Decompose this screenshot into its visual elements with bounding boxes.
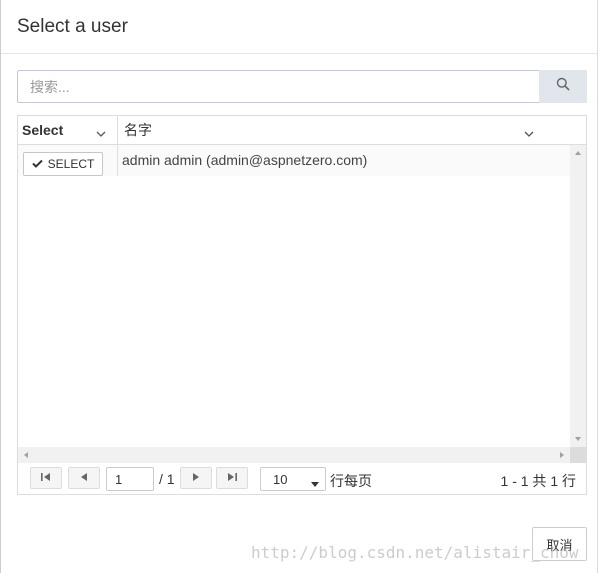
per-page-label: 行每页 [330,473,372,489]
scroll-left-icon[interactable] [18,447,34,463]
users-grid: Select 名字 SELECT admin admin (admin@aspn… [17,115,587,495]
scrollbar-corner [570,447,586,463]
next-page-icon [191,469,201,487]
column-header-name[interactable]: 名字 [118,116,586,144]
grid-header: Select 名字 [18,116,586,145]
select-cell: SELECT [18,145,118,176]
first-page-icon [40,469,52,487]
chevron-down-icon[interactable] [96,125,106,141]
modal-footer: 取消 [1,512,597,573]
page-size-select[interactable]: 10 [260,467,326,491]
prev-page-button[interactable] [68,467,100,489]
modal-header: Select a user [1,0,597,54]
select-user-modal: Select a user Select 名字 [0,0,598,573]
prev-page-icon [79,469,89,487]
cancel-button-label: 取消 [546,537,573,553]
chevron-down-icon[interactable] [524,125,534,141]
column-header-select[interactable]: Select [18,116,118,144]
scroll-up-icon[interactable] [570,145,586,161]
column-header-label: Select [22,122,64,138]
range-info: 1 - 1 共 1 行 [500,473,576,489]
search-input[interactable] [17,70,539,103]
last-page-icon [226,469,238,487]
column-header-label: 名字 [124,122,152,138]
first-page-button[interactable] [30,467,62,489]
dropdown-arrow-icon [311,476,319,491]
page-total: / 1 [159,471,175,487]
vertical-scrollbar[interactable] [570,145,586,447]
search-button[interactable] [539,70,587,103]
modal-title: Select a user [17,16,128,37]
scroll-down-icon[interactable] [570,431,586,447]
horizontal-scrollbar[interactable] [18,447,570,463]
table-row: SELECT admin admin (admin@aspnetzero.com… [18,145,570,176]
select-button-label: SELECT [47,157,95,171]
scroll-right-icon[interactable] [554,447,570,463]
last-page-button[interactable] [216,467,248,489]
user-name-cell: admin admin (admin@aspnetzero.com) [122,152,368,168]
cancel-button[interactable]: 取消 [532,527,587,561]
select-user-button[interactable]: SELECT [23,152,103,176]
pager: / 1 10 行每页 1 - 1 共 1 行 [18,463,586,494]
check-icon [31,157,43,171]
page-number-input[interactable] [106,467,154,491]
search-icon [556,77,570,96]
page-size-value: 10 [273,471,288,487]
grid-body: SELECT admin admin (admin@aspnetzero.com… [18,145,586,447]
next-page-button[interactable] [180,467,212,489]
